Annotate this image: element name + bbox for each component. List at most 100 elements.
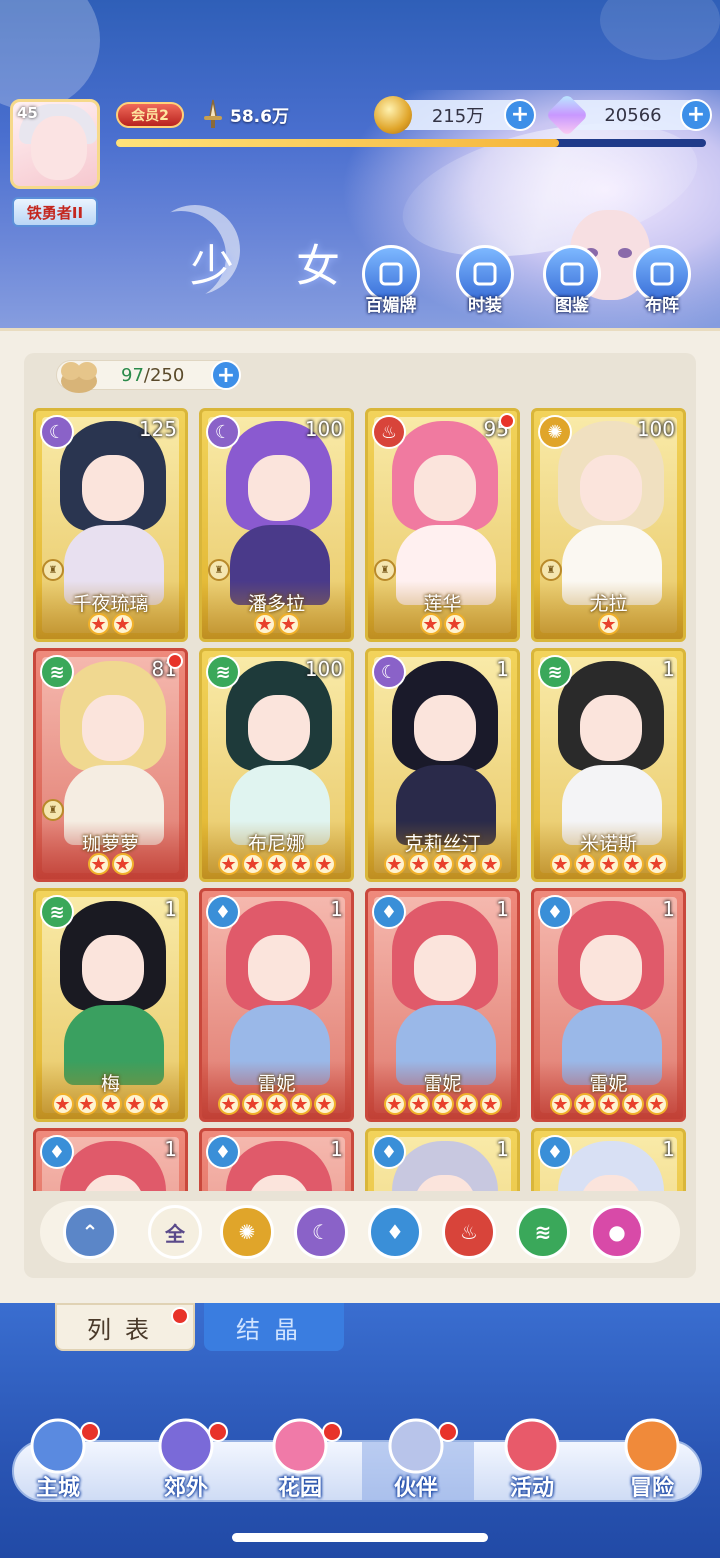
filter-star[interactable]: ● xyxy=(590,1205,644,1259)
character-face xyxy=(580,935,642,1001)
star-icon: ★ xyxy=(313,1093,336,1115)
star-icon: ★ xyxy=(383,1093,406,1115)
star-icon: ★ xyxy=(549,853,572,875)
nav-1[interactable]: 郊外 xyxy=(136,1408,236,1508)
character-name: 雷妮 xyxy=(257,1073,296,1095)
nav-4[interactable]: 活动 xyxy=(482,1408,582,1508)
nav-label: 伙伴 xyxy=(393,1476,438,1501)
character-card[interactable]: ☾ 125 ♜ 千夜琉璃 ★ ★ xyxy=(33,408,188,642)
character-level: 100 xyxy=(636,417,675,441)
filter-water[interactable]: ♦ xyxy=(368,1205,422,1259)
add-gold-button[interactable]: + xyxy=(504,99,536,131)
star-icon: ★ xyxy=(217,853,240,875)
player-avatar[interactable]: 45 xyxy=(10,99,100,189)
character-level: 1 xyxy=(662,1137,675,1161)
power-display: 58.6万 xyxy=(196,97,289,131)
rank-chess-icon: ♜ xyxy=(374,559,396,581)
character-level: 100 xyxy=(304,657,343,681)
water-element-icon: ♦ xyxy=(206,1135,240,1169)
character-card[interactable]: ♦ 1 雷妮 ★ ★ ★ ★ ★ xyxy=(365,888,520,1122)
character-card[interactable]: ≋ 1 梅 ★ ★ ★ ★ ★ xyxy=(33,888,188,1122)
character-level: 1 xyxy=(164,1137,177,1161)
light-element-icon: ✺ xyxy=(538,415,572,449)
character-card[interactable]: ♦ 1 xyxy=(365,1128,520,1191)
character-level: 1 xyxy=(496,657,509,681)
character-card[interactable]: ☾ 100 ♜ 潘多拉 ★ ★ xyxy=(199,408,354,642)
vip-badge[interactable]: 会员2 xyxy=(116,102,184,128)
character-card[interactable]: ♦ 1 xyxy=(199,1128,354,1191)
notification-dot xyxy=(167,653,183,669)
nav-3[interactable]: 伙伴 xyxy=(366,1408,466,1508)
expand-inventory-button[interactable]: + xyxy=(211,360,241,390)
menu-button-2[interactable]: 图鉴 xyxy=(537,245,607,317)
character-face xyxy=(82,695,144,761)
star-icon: ★ xyxy=(597,1093,620,1115)
add-gem-button[interactable]: + xyxy=(680,99,712,131)
star-icon: ★ xyxy=(99,1093,122,1115)
filter-all[interactable]: 全 xyxy=(148,1205,202,1259)
inventory-count: 97/250 + xyxy=(56,360,241,393)
character-card[interactable]: ♦ 1 xyxy=(531,1128,686,1191)
star-icon: ★ xyxy=(217,1093,240,1115)
inventory-current: 97 xyxy=(121,364,144,386)
character-name: 米诺斯 xyxy=(579,833,637,855)
tab-crystal[interactable]: 结晶 xyxy=(204,1303,344,1351)
character-face xyxy=(248,455,310,521)
character-name: 布尼娜 xyxy=(247,833,305,855)
menu-button-1[interactable]: 时装 xyxy=(450,245,520,317)
character-face xyxy=(580,695,642,761)
character-card[interactable]: ≋ 100 布尼娜 ★ ★ ★ ★ ★ xyxy=(199,648,354,882)
star-icon: ★ xyxy=(277,613,300,635)
star-icon: ★ xyxy=(241,853,264,875)
filter-expand[interactable]: ⌃ xyxy=(63,1205,117,1259)
character-name: 潘多拉 xyxy=(247,593,305,615)
power-value: 58.6万 xyxy=(230,106,289,127)
filter-fire[interactable]: ♨ xyxy=(442,1205,496,1259)
rank-chess-icon: ♜ xyxy=(42,559,64,581)
filter-moon[interactable]: ☾ xyxy=(294,1205,348,1259)
rank-chess-icon: ♜ xyxy=(42,799,64,821)
character-card[interactable]: ♦ 1 雷妮 ★ ★ ★ ★ ★ xyxy=(199,888,354,1122)
nav-0[interactable]: 主城 xyxy=(8,1408,108,1508)
character-card[interactable]: ♨ 95 ♜ 莲华 ★ ★ xyxy=(365,408,520,642)
home-indicator[interactable] xyxy=(232,1533,488,1542)
nav-5[interactable]: 冒险 xyxy=(602,1408,702,1508)
nav-2[interactable]: 花园 xyxy=(250,1408,350,1508)
notification-dot xyxy=(499,413,515,429)
star-icon: ★ xyxy=(111,613,134,635)
character-name: 梅 xyxy=(100,1073,120,1095)
star-icon: ★ xyxy=(455,853,478,875)
character-level: 125 xyxy=(138,417,177,441)
character-face xyxy=(82,455,144,521)
filter-light[interactable]: ✺ xyxy=(220,1205,274,1259)
star-rating: ★ ★ ★ ★ ★ xyxy=(368,1093,517,1115)
player-title-badge[interactable]: 铁勇者II xyxy=(12,197,98,227)
character-card[interactable]: ≋ 81 ♜ 珈萝萝 ★ ★ xyxy=(33,648,188,882)
filter-wind[interactable]: ≋ xyxy=(516,1205,570,1259)
exp-progress-bar xyxy=(116,139,706,147)
star-icon: ★ xyxy=(313,853,336,875)
water-element-icon: ♦ xyxy=(538,1135,572,1169)
menu-button-0[interactable]: 百媚牌 xyxy=(356,245,426,317)
star-icon: ★ xyxy=(455,1093,478,1115)
character-card[interactable]: ♦ 1 雷妮 ★ ★ ★ ★ ★ xyxy=(531,888,686,1122)
star-rating: ★ xyxy=(534,613,683,635)
character-face xyxy=(414,935,476,1001)
character-card[interactable]: ☾ 1 克莉丝汀 ★ ★ ★ ★ ★ xyxy=(365,648,520,882)
wind-element-icon: ≋ xyxy=(538,655,572,689)
character-name: 珈萝萝 xyxy=(81,833,139,855)
tab-list[interactable]: 列表 xyxy=(55,1303,195,1351)
character-card[interactable]: ♦ 1 xyxy=(33,1128,188,1191)
star-icon: ★ xyxy=(407,853,430,875)
notification-dot xyxy=(322,1422,342,1442)
character-card[interactable]: ≋ 1 米诺斯 ★ ★ ★ ★ ★ xyxy=(531,648,686,882)
nav-label: 花园 xyxy=(277,1476,322,1501)
water-element-icon: ♦ xyxy=(538,895,572,929)
star-icon: ★ xyxy=(123,1093,146,1115)
app-root: { "player": {"level": "45", "title": "铁勇… xyxy=(0,0,720,1558)
menu-button-3[interactable]: 布阵 xyxy=(627,245,697,317)
character-name: 雷妮 xyxy=(589,1073,628,1095)
character-level: 1 xyxy=(662,657,675,681)
character-card[interactable]: ✺ 100 ♜ 尤拉 ★ xyxy=(531,408,686,642)
character-name: 克莉丝汀 xyxy=(404,833,481,855)
